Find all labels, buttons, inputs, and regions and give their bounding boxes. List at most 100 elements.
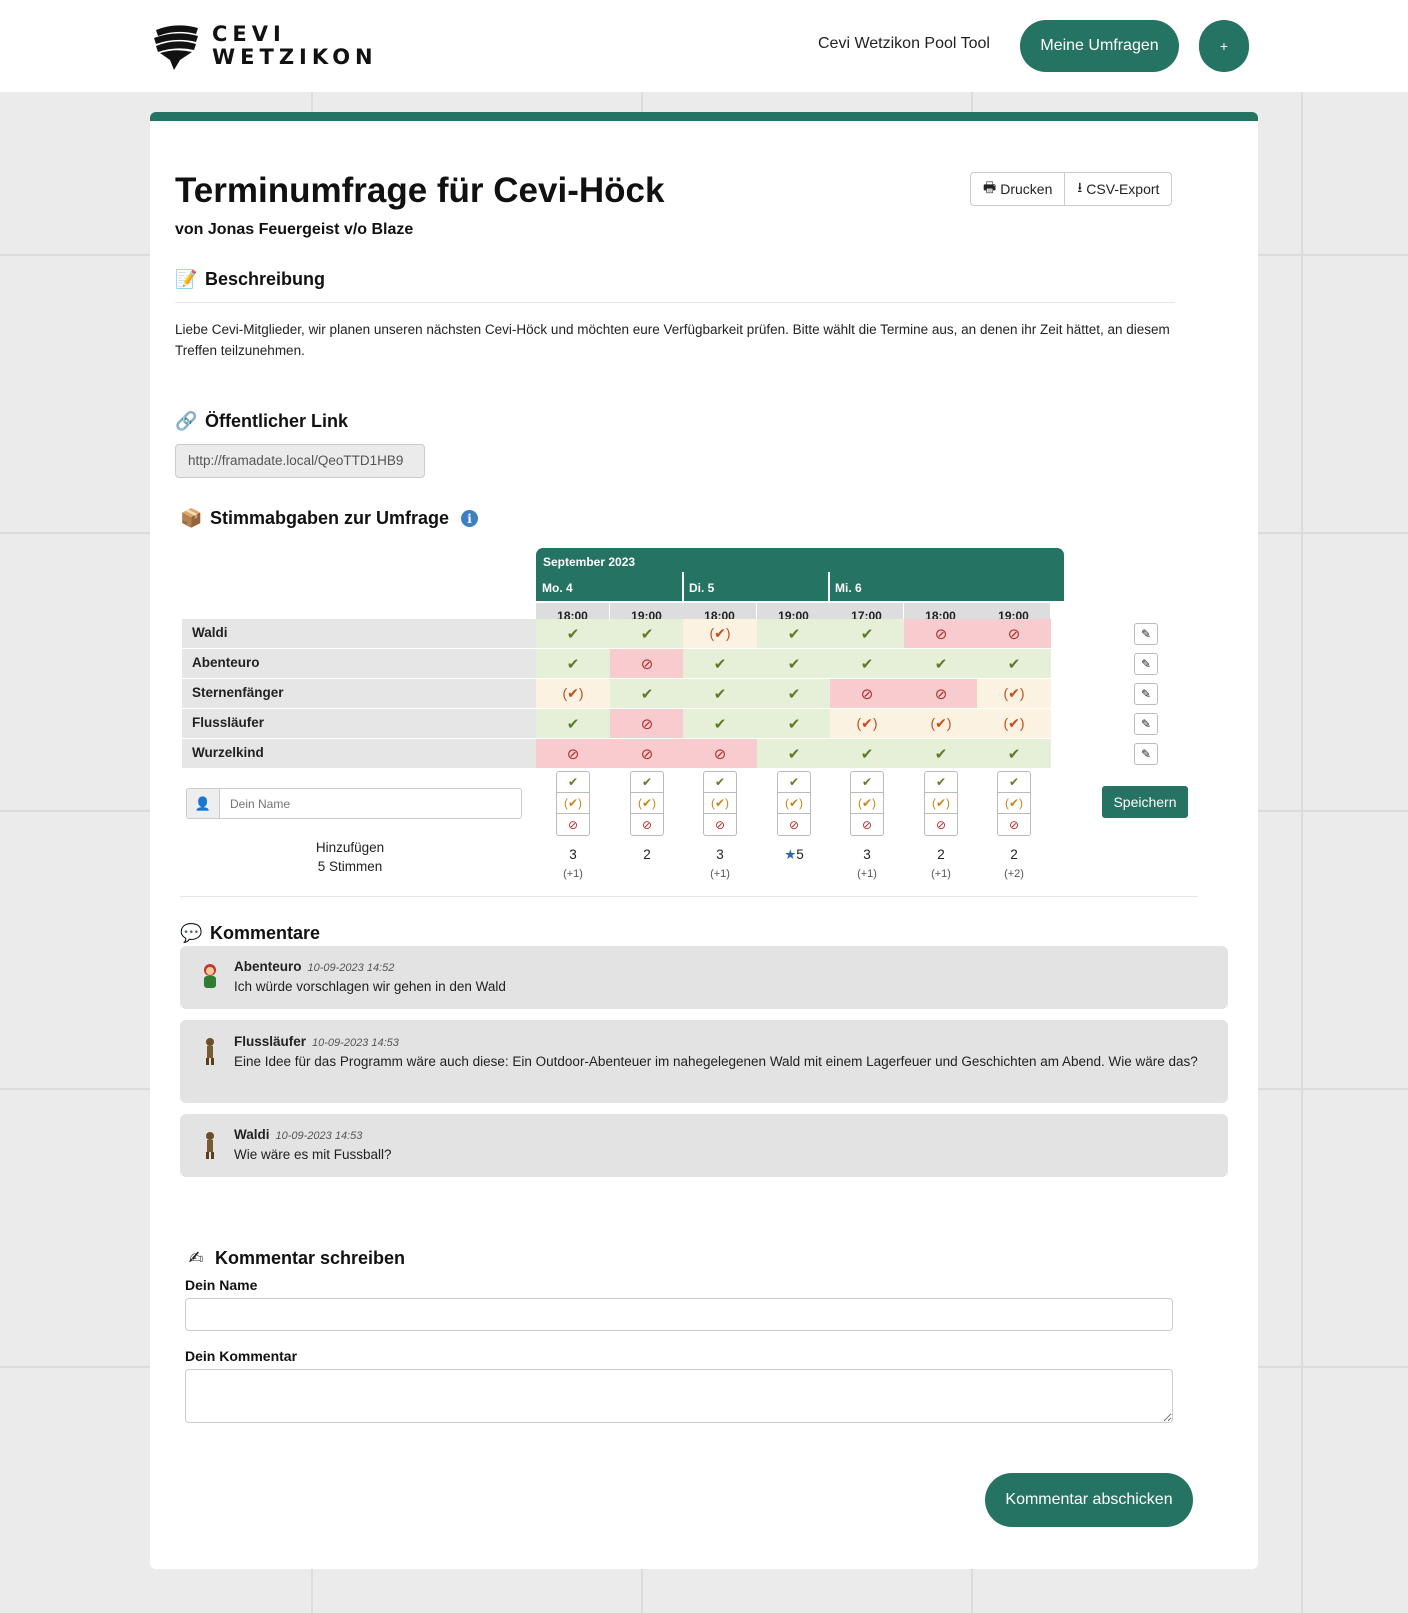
comment-author: Flussläufer 10-09-2023 14:53 [234, 1034, 399, 1049]
check-if-needed-icon: (✔) [830, 709, 904, 738]
user-icon: 👤 [186, 788, 219, 819]
voter-name: Waldi [182, 619, 536, 648]
poll-author: von Jonas Feuergeist v/o Blaze [175, 221, 414, 238]
vote-total: 2 [1010, 847, 1018, 862]
nav-title-link[interactable]: Cevi Wetzikon Pool Tool [818, 35, 990, 53]
cevi-logo-icon [154, 25, 198, 70]
comment-author: Waldi 10-09-2023 14:53 [234, 1127, 362, 1142]
comment-name-label: Dein Name [185, 1277, 258, 1293]
comment-date: 10-09-2023 14:52 [307, 962, 395, 974]
check-icon: ✔ [977, 739, 1051, 768]
my-polls-button[interactable]: Meine Umfragen [1020, 20, 1179, 72]
vote-choice-group: ✔ (✔) ⊘ [850, 771, 884, 836]
vote-if-needed-option[interactable]: (✔) [998, 793, 1030, 814]
comments-heading: 💬 Kommentare [180, 923, 320, 944]
vote-total: 3 [716, 847, 724, 862]
vote-yes-option[interactable]: ✔ [557, 772, 589, 793]
vote-total: 3 [863, 847, 871, 862]
check-icon: ✔ [610, 619, 684, 648]
comment-author-name: Flussläufer [234, 1034, 307, 1049]
vote-choice-group: ✔ (✔) ⊘ [777, 771, 811, 836]
vote-no-option[interactable]: ⊘ [998, 814, 1030, 835]
csv-export-button[interactable]: ⭳ CSV-Export [1064, 172, 1173, 206]
day-separator [682, 572, 684, 601]
check-icon: ✔ [830, 739, 904, 768]
if-needed-total: (+1) [931, 868, 951, 880]
comment-author-name: Abenteuro [234, 959, 302, 974]
package-icon: 📦 [180, 508, 203, 528]
if-needed-total: (+1) [563, 868, 583, 880]
edit-vote-button[interactable]: ✎ [1134, 713, 1158, 735]
vote-no-option[interactable]: ⊘ [631, 814, 663, 835]
info-icon[interactable]: i [461, 510, 479, 527]
vote-if-needed-option[interactable]: (✔) [704, 793, 736, 814]
vote-no-option[interactable]: ⊘ [778, 814, 810, 835]
vote-yes-option[interactable]: ✔ [704, 772, 736, 793]
if-needed-total: (+1) [710, 868, 730, 880]
comment-date: 10-09-2023 14:53 [312, 1037, 399, 1049]
public-link-heading: 🔗 Öffentlicher Link [175, 411, 348, 432]
vote-if-needed-option[interactable]: (✔) [631, 793, 663, 814]
description-heading-label: Beschreibung [205, 269, 326, 289]
avatar [206, 1038, 214, 1065]
check-icon: ✔ [830, 619, 904, 648]
voter-name: Abenteuro [182, 649, 536, 678]
check-if-needed-icon: (✔) [536, 679, 610, 708]
speech-bubble-icon: 💬 [180, 923, 203, 943]
edit-vote-button[interactable]: ✎ [1134, 623, 1158, 645]
vote-yes-option[interactable]: ✔ [778, 772, 810, 793]
new-vote-name-input[interactable] [219, 788, 522, 819]
memo-icon: 📝 [175, 269, 198, 289]
vote-yes-option[interactable]: ✔ [851, 772, 883, 793]
vote-if-needed-option[interactable]: (✔) [557, 793, 589, 814]
comment-text-input[interactable] [185, 1369, 1173, 1423]
vote-yes-option[interactable]: ✔ [998, 772, 1030, 793]
vote-no-option[interactable]: ⊘ [704, 814, 736, 835]
day-label: Mo. 4 [542, 581, 573, 595]
write-comment-heading: ✍ Kommentar schreiben [185, 1248, 405, 1269]
edit-vote-button[interactable]: ✎ [1134, 743, 1158, 765]
day-label: Di. 5 [689, 581, 715, 595]
avatar [204, 964, 216, 988]
vote-total: 3 [569, 847, 577, 862]
submit-comment-button[interactable]: Kommentar abschicken [985, 1473, 1193, 1527]
edit-vote-button[interactable]: ✎ [1134, 653, 1158, 675]
vote-yes-option[interactable]: ✔ [631, 772, 663, 793]
print-button[interactable]: 🖶 Drucken [970, 172, 1065, 206]
poll-title: Terminumfrage für Cevi-Höck [175, 171, 665, 210]
if-needed-total: (+2) [1004, 868, 1024, 880]
vote-no-option[interactable]: ⊘ [851, 814, 883, 835]
star-icon: ★ [784, 847, 797, 862]
no-icon: ⊘ [904, 679, 978, 708]
no-icon: ⊘ [904, 619, 978, 648]
vote-if-needed-option[interactable]: (✔) [778, 793, 810, 814]
cevi-logo[interactable]: CEVI WETZIKON [150, 20, 378, 72]
save-vote-button[interactable]: Speichern [1102, 786, 1188, 818]
comment-name-input[interactable] [185, 1298, 1173, 1331]
comment-text: Eine Idee für das Programm wäre auch die… [234, 1054, 1198, 1069]
vote-if-needed-option[interactable]: (✔) [851, 793, 883, 814]
link-icon: 🔗 [175, 411, 198, 431]
export-button-group: 🖶 Drucken ⭳ CSV-Export [970, 172, 1173, 206]
comment-item: Abenteuro 10-09-2023 14:52 Ich würde vors… [180, 946, 1228, 1009]
vote-choice-group: ✔ (✔) ⊘ [703, 771, 737, 836]
logo-line-2: WETZIKON [212, 45, 378, 69]
poll-card: Terminumfrage für Cevi-Höck von Jonas Fe… [150, 112, 1258, 1569]
vote-if-needed-option[interactable]: (✔) [925, 793, 957, 814]
comment-date: 10-09-2023 14:53 [275, 1130, 363, 1142]
no-icon: ⊘ [610, 709, 684, 738]
check-icon: ✔ [977, 649, 1051, 678]
vote-total: ★5 [757, 847, 831, 863]
add-poll-button[interactable]: + [1199, 20, 1249, 72]
poll-description: Liebe Cevi-Mitglieder, wir planen unsere… [175, 322, 1170, 358]
vote-no-option[interactable]: ⊘ [557, 814, 589, 835]
edit-vote-button[interactable]: ✎ [1134, 683, 1158, 705]
check-icon: ✔ [536, 649, 610, 678]
check-icon: ✔ [757, 649, 831, 678]
votes-count-label: 5 Stimmen [317, 859, 383, 874]
comment-text: Wie wäre es mit Fussball? [234, 1147, 392, 1162]
vote-no-option[interactable]: ⊘ [925, 814, 957, 835]
description-heading: 📝 Beschreibung [175, 269, 325, 290]
public-link-field[interactable]: http://framadate.local/QeoTTD1HB9 [175, 444, 425, 478]
vote-yes-option[interactable]: ✔ [925, 772, 957, 793]
